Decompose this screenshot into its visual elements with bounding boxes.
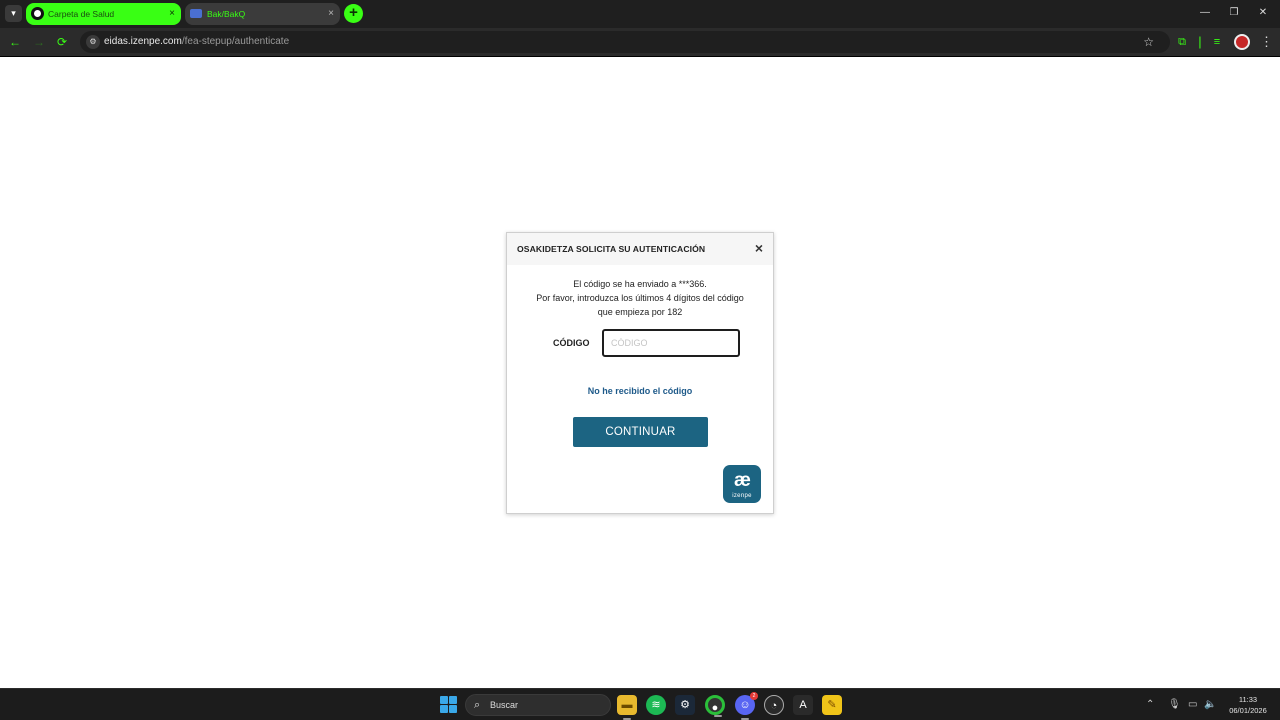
- resend-code-link[interactable]: No he recibido el código: [507, 386, 773, 396]
- site-info-icon[interactable]: ⚙: [86, 35, 100, 49]
- tab-search-chevron-icon[interactable]: ▾: [5, 5, 22, 22]
- profile-avatar[interactable]: [1234, 34, 1250, 50]
- search-icon: ⌕: [474, 699, 481, 711]
- tab-title: Carpeta de Salud: [48, 9, 115, 19]
- tab-favicon-icon: [190, 9, 202, 18]
- microphone-icon[interactable]: 🎙: [1168, 697, 1181, 713]
- address-bar[interactable]: ⚙ eidas.izenpe.com/fea-stepup/authentica…: [80, 31, 1170, 53]
- code-prefix-message: que empieza por 182: [597, 307, 683, 317]
- back-arrow-icon[interactable]: ←: [6, 33, 24, 51]
- authentication-dialog: OSAKIDETZA SOLICITA SU AUTENTICACIÓN × E…: [506, 232, 774, 514]
- search-placeholder: Buscar: [490, 700, 519, 710]
- code-input[interactable]: [602, 329, 740, 357]
- browser-toolbar: ← → ⟳ ⚙ eidas.izenpe.com/fea-stepup/auth…: [0, 28, 1280, 57]
- code-label: CÓDIGO: [553, 338, 590, 348]
- minimize-icon[interactable]: —: [1190, 4, 1220, 22]
- extensions-puzzle-icon[interactable]: ⧉: [1174, 34, 1190, 50]
- tab-bak-bakq[interactable]: Bak/BakQ ×: [185, 3, 340, 25]
- sent-to-message: El código se ha enviado a ***366.: [573, 279, 707, 289]
- app-a-icon[interactable]: A: [793, 695, 813, 715]
- steam-icon[interactable]: ⚙: [675, 695, 695, 715]
- tab-title: Bak/BakQ: [207, 9, 246, 19]
- clock-time: 11:33: [1238, 695, 1258, 704]
- network-icon[interactable]: ▭: [1188, 697, 1197, 713]
- system-clock[interactable]: 11:33 06/01/2026: [1222, 694, 1274, 716]
- continue-button[interactable]: CONTINUAR: [573, 417, 708, 447]
- taskbar-search[interactable]: ⌕ Buscar: [465, 694, 611, 716]
- url-host: eidas.izenpe.com: [104, 36, 182, 47]
- file-explorer-icon[interactable]: ▬: [617, 695, 637, 720]
- volume-icon[interactable]: 🔈: [1204, 697, 1216, 713]
- tab-close-icon[interactable]: ×: [328, 3, 334, 25]
- windows-start-icon[interactable]: [440, 696, 457, 713]
- url-text[interactable]: eidas.izenpe.com/fea-stepup/authenticate: [104, 31, 289, 53]
- bookmark-star-icon[interactable]: ☆: [1143, 31, 1154, 53]
- tab-close-icon[interactable]: ×: [169, 3, 175, 25]
- browser-menu-icon[interactable]: ⋮: [1260, 33, 1273, 51]
- browser-tab-strip: ▾ Carpeta de Salud × Bak/BakQ × + — ❐ ✕: [0, 0, 1280, 28]
- dialog-header: OSAKIDETZA SOLICITA SU AUTENTICACIÓN ×: [507, 233, 773, 265]
- clock-date: 06/01/2026: [1229, 706, 1267, 715]
- reading-list-icon[interactable]: ≡: [1209, 34, 1225, 50]
- windows-taskbar: ⌕ Buscar ▬ ≋ ⚙ ● ☺ 2 ◔ A ✎ ⌃ 🎙 ▭ 🔈 11:33 …: [0, 688, 1280, 720]
- timer-app-icon[interactable]: ◔: [764, 695, 784, 715]
- close-window-icon[interactable]: ✕: [1248, 4, 1278, 22]
- restore-icon[interactable]: ❐: [1219, 4, 1249, 22]
- logo-text: izenpe: [732, 493, 752, 499]
- spotify-icon[interactable]: ≋: [646, 695, 666, 715]
- toolbar-divider: |: [1198, 34, 1202, 49]
- chrome-icon[interactable]: ●: [705, 695, 725, 717]
- forward-arrow-icon[interactable]: →: [30, 33, 48, 51]
- url-path: /fea-stepup/authenticate: [181, 36, 290, 47]
- notification-badge: 2: [750, 692, 758, 700]
- tray-chevron-up-icon[interactable]: ⌃: [1146, 697, 1154, 713]
- instruction-message: Por favor, introduzca los últimos 4 dígi…: [536, 293, 744, 303]
- notes-app-icon[interactable]: ✎: [822, 695, 842, 715]
- izenpe-logo: æ izenpe: [723, 465, 761, 503]
- new-tab-button[interactable]: +: [344, 4, 363, 23]
- reload-icon[interactable]: ⟳: [53, 33, 71, 51]
- tab-carpeta-de-salud[interactable]: Carpeta de Salud ×: [26, 3, 181, 25]
- close-icon[interactable]: ×: [755, 241, 763, 255]
- dialog-title: OSAKIDETZA SOLICITA SU AUTENTICACIÓN: [517, 244, 706, 254]
- tab-favicon-icon: [31, 7, 44, 20]
- logo-glyph: æ: [734, 470, 751, 491]
- discord-icon[interactable]: ☺ 2: [735, 692, 758, 720]
